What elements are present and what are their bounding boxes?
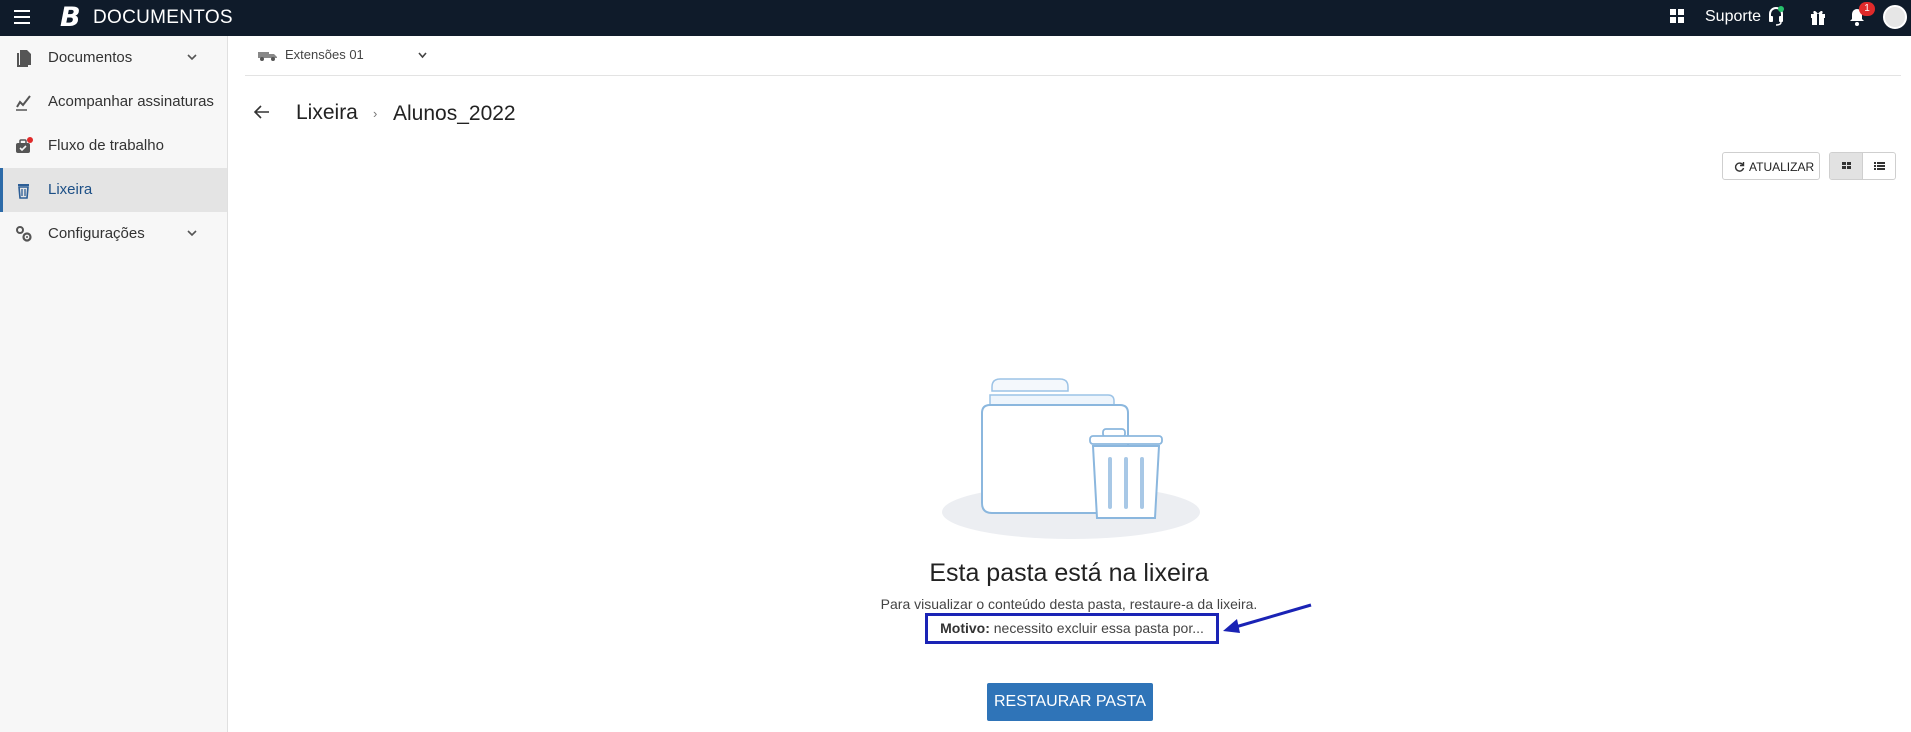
notification-badge: 1: [1859, 2, 1875, 16]
sidebar-item-documentos[interactable]: Documentos: [0, 36, 227, 80]
empty-state-title: Esta pasta está na lixeira: [929, 559, 1209, 587]
reason-label: Motivo:: [940, 620, 990, 636]
refresh-button[interactable]: ATUALIZAR: [1722, 152, 1820, 180]
sidebar-item-label: Fluxo de trabalho: [48, 137, 164, 154]
chevron-down-icon[interactable]: [186, 52, 198, 62]
folder-in-trash-illustration: [942, 378, 1200, 539]
chevron-down-icon[interactable]: [417, 51, 428, 60]
extension-selector[interactable]: Extensões 01: [285, 47, 364, 62]
workflow-briefcase-icon: [16, 137, 33, 153]
grid-view-button[interactable]: [1830, 153, 1863, 179]
sidebar-item-label: Lixeira: [48, 181, 93, 198]
list-view-button[interactable]: [1863, 153, 1895, 179]
gift-icon[interactable]: [1809, 8, 1827, 26]
view-toggle: [1829, 152, 1896, 180]
chevron-down-icon[interactable]: [186, 228, 198, 238]
reason-text: necessito excluir essa pasta por...: [993, 620, 1204, 636]
breadcrumb-lixeira[interactable]: Lixeira: [296, 101, 358, 125]
restore-folder-button[interactable]: RESTAURAR PASTA: [987, 683, 1153, 721]
sidebar: Documentos Acompanhar assinaturas Fluxo …: [0, 36, 228, 732]
sidebar-item-lixeira[interactable]: Lixeira: [0, 168, 227, 212]
headset-icon[interactable]: [1767, 6, 1785, 26]
sidebar-item-fluxo-de-trabalho[interactable]: Fluxo de trabalho: [0, 124, 227, 168]
list-view-icon: [1874, 162, 1885, 170]
extension-bar: Extensões 01: [245, 36, 1901, 76]
app-title: DOCUMENTOS: [93, 7, 233, 28]
menu-icon[interactable]: [14, 10, 30, 24]
sidebar-item-label: Documentos: [48, 49, 133, 66]
reason-highlight-box: Motivo: necessito excluir essa pasta por…: [925, 613, 1219, 644]
refresh-label: ATUALIZAR: [1749, 160, 1815, 174]
breadcrumb-separator: ›: [373, 106, 378, 121]
grid-view-icon: [1842, 162, 1851, 169]
support-link[interactable]: Suporte: [1705, 8, 1761, 26]
deletion-reason: Motivo: necessito excluir essa pasta por…: [928, 620, 1216, 636]
settings-gears-icon: [16, 226, 32, 242]
back-arrow-icon[interactable]: [253, 104, 271, 120]
app-logo[interactable]: B: [60, 3, 81, 33]
refresh-icon: [1734, 162, 1745, 172]
sidebar-item-acompanhar-assinaturas[interactable]: Acompanhar assinaturas: [0, 80, 227, 124]
sidebar-item-configuracoes[interactable]: Configurações: [0, 212, 227, 256]
signature-icon: [16, 95, 31, 111]
documents-icon: [17, 50, 31, 67]
apps-grid-icon[interactable]: [1670, 9, 1684, 23]
sidebar-item-label: Configurações: [48, 225, 145, 242]
trash-icon: [18, 184, 29, 199]
sidebar-item-label: Acompanhar assinaturas: [48, 93, 214, 110]
extension-truck-icon: [258, 52, 277, 61]
annotation-arrow-icon: [1223, 603, 1312, 633]
avatar[interactable]: [1883, 5, 1907, 29]
top-bar: B DOCUMENTOS Suporte 1: [0, 0, 1911, 36]
breadcrumb-current-folder: Alunos_2022: [393, 102, 516, 125]
